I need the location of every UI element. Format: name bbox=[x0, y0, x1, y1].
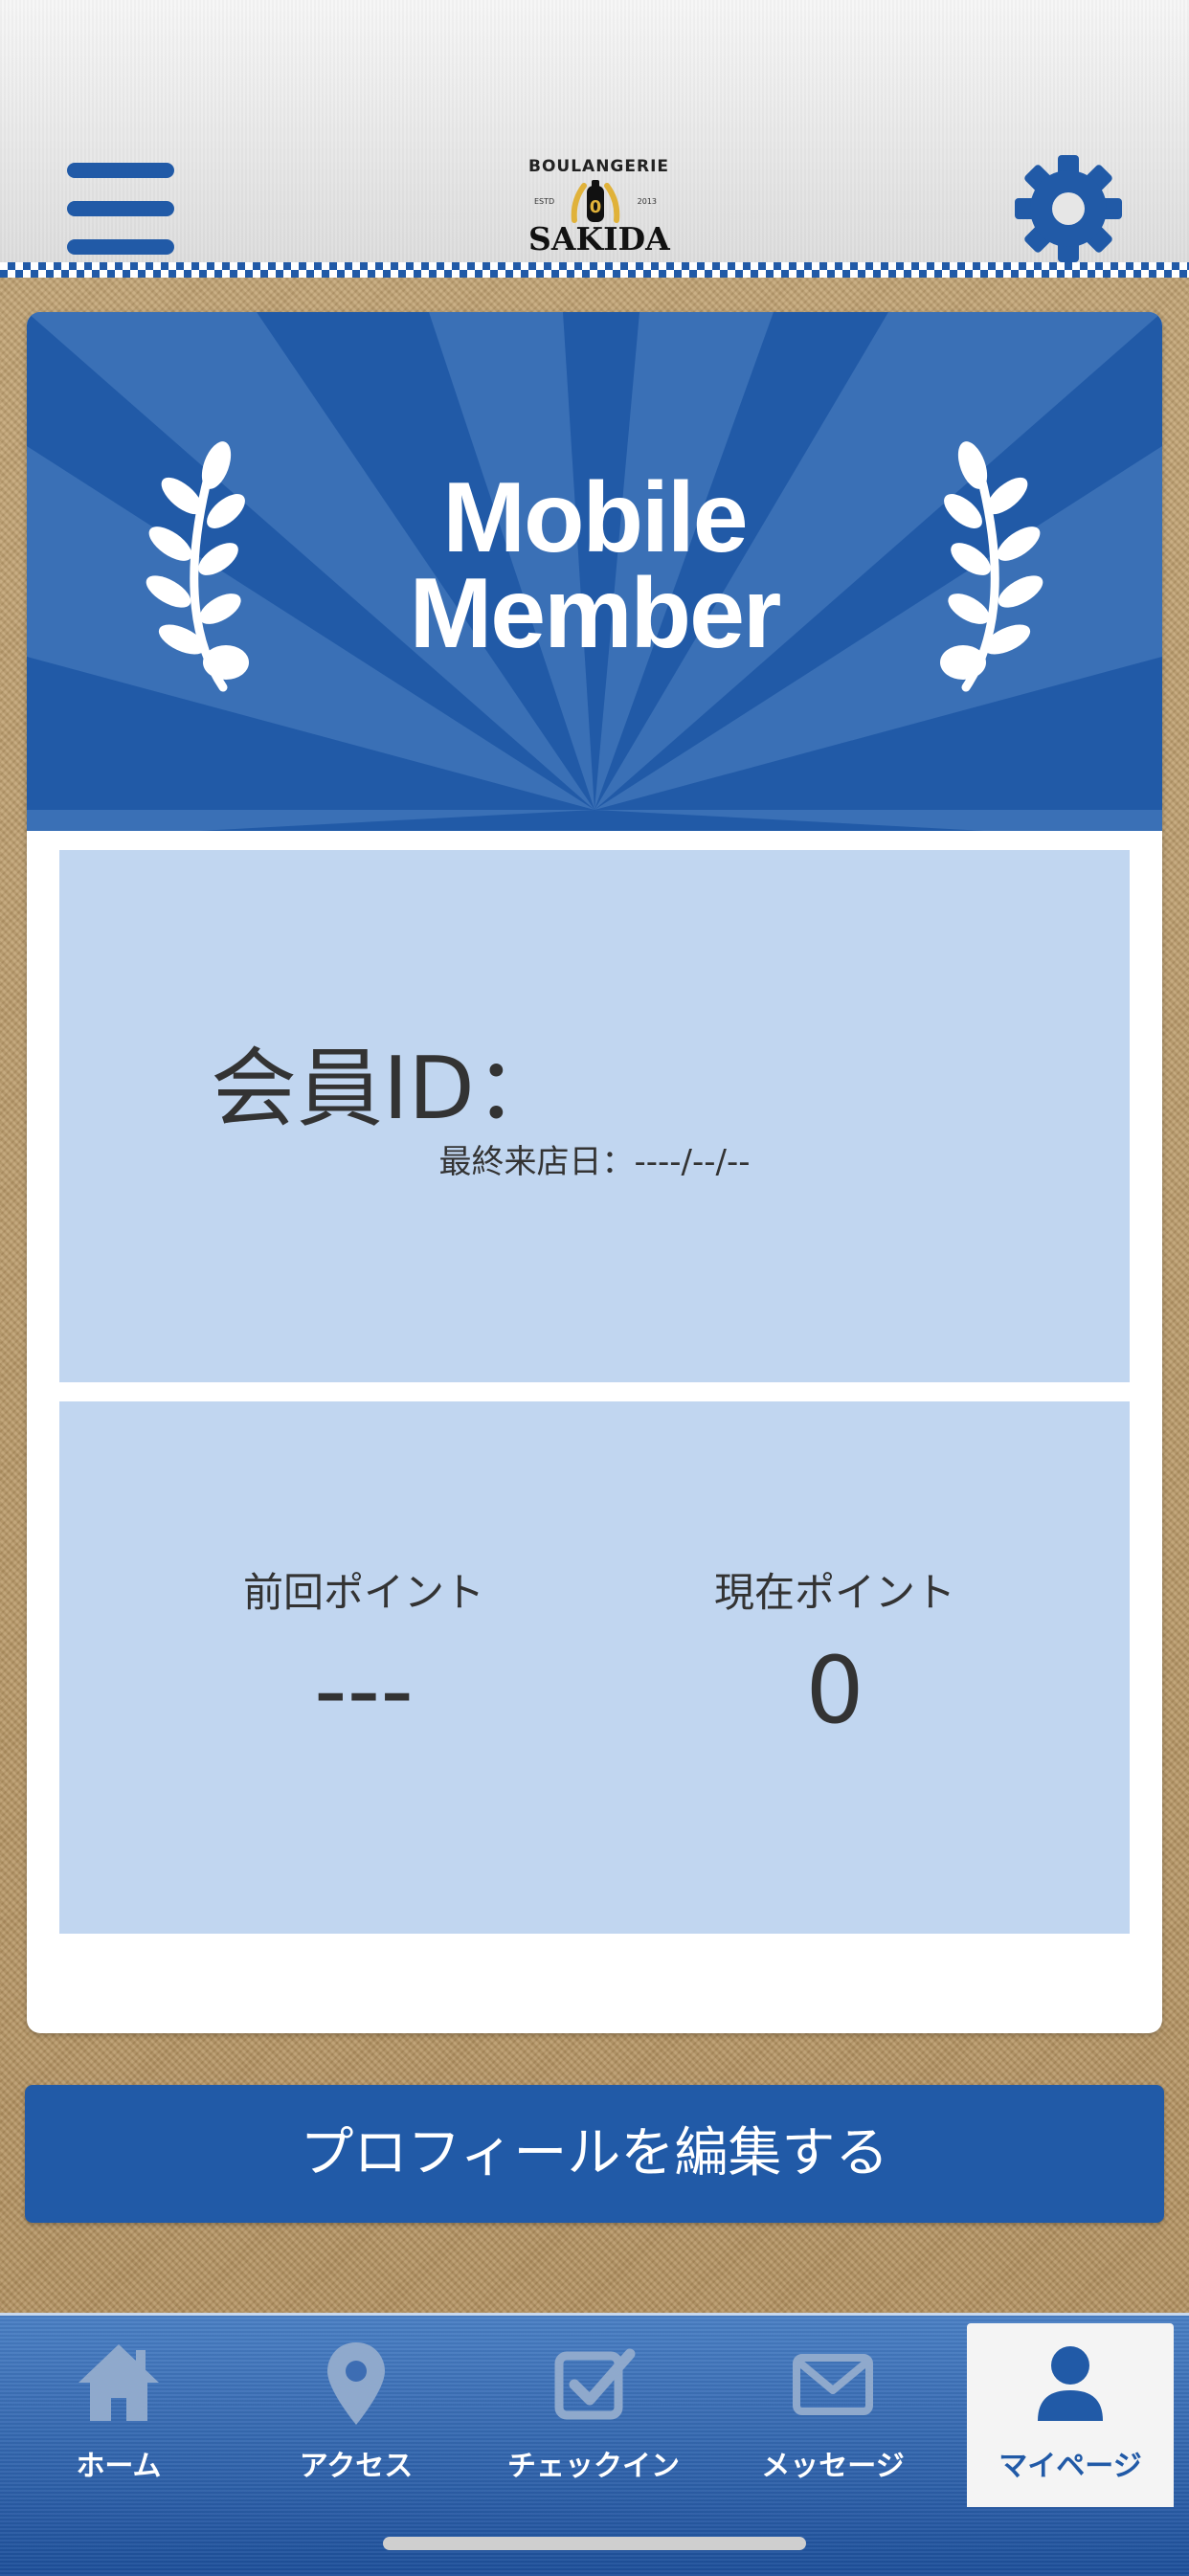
nav-item-access[interactable]: アクセス bbox=[253, 2323, 460, 2507]
last-visit-date: 最終来店日：----/--/-- bbox=[438, 1143, 751, 1181]
previous-points: 前回ポイント --- bbox=[153, 1564, 574, 1748]
app-header: BOULANGERIE ESTD 2013 0 SAKIDA bbox=[0, 0, 1189, 270]
member-id-label: 会員ID： bbox=[211, 1039, 561, 1139]
checkbox-icon bbox=[554, 2348, 636, 2420]
gear-icon[interactable] bbox=[1013, 153, 1124, 264]
current-points: 現在ポイント 0 bbox=[624, 1564, 1045, 1748]
banner-title-line1: Mobile bbox=[442, 462, 748, 573]
points-panel: 前回ポイント --- 現在ポイント 0 bbox=[59, 1401, 1130, 1934]
banner-title: Mobile Member bbox=[27, 462, 1162, 669]
member-banner: Mobile Member bbox=[27, 312, 1162, 831]
logo-top-text: BOULANGERIE bbox=[528, 157, 670, 176]
logo-estd: ESTD bbox=[534, 197, 555, 206]
nav-item-home[interactable]: ホーム bbox=[15, 2323, 222, 2507]
nav-label-message: メッセージ bbox=[761, 2450, 905, 2483]
svg-text:0: 0 bbox=[590, 197, 602, 217]
nav-item-mypage[interactable]: マイページ bbox=[967, 2323, 1174, 2507]
person-icon bbox=[1038, 2346, 1103, 2421]
nav-label-mypage: マイページ bbox=[998, 2450, 1142, 2483]
envelope-icon bbox=[793, 2354, 873, 2415]
checkered-divider bbox=[0, 262, 1189, 278]
nav-item-checkin[interactable]: チェックイン bbox=[490, 2323, 697, 2507]
sakida-logo: BOULANGERIE ESTD 2013 0 SAKIDA bbox=[528, 149, 670, 266]
home-indicator[interactable] bbox=[383, 2537, 806, 2550]
previous-points-label: 前回ポイント bbox=[242, 1569, 484, 1616]
current-points-value: 0 bbox=[805, 1637, 864, 1744]
logo-name: SAKIDA bbox=[528, 220, 670, 258]
nav-label-home: ホーム bbox=[76, 2450, 162, 2483]
nav-item-message[interactable]: メッセージ bbox=[729, 2323, 936, 2507]
member-card: Mobile Member 会員ID： 最終来店日：----/--/-- 前回ポ… bbox=[27, 312, 1162, 2033]
banner-title-line2: Member bbox=[409, 558, 782, 669]
nav-label-access: アクセス bbox=[299, 2450, 414, 2483]
current-points-label: 現在ポイント bbox=[713, 1569, 955, 1616]
home-icon bbox=[79, 2344, 159, 2421]
hamburger-menu-icon[interactable] bbox=[67, 163, 174, 255]
member-id-panel: 会員ID： 最終来店日：----/--/-- bbox=[59, 850, 1130, 1382]
wheat-bottle-icon: 0 bbox=[571, 180, 620, 223]
edit-profile-button[interactable]: プロフィールを編集する bbox=[25, 2085, 1164, 2223]
nav-label-checkin: チェックイン bbox=[507, 2450, 680, 2483]
logo-year: 2013 bbox=[637, 197, 657, 206]
map-pin-icon bbox=[327, 2342, 385, 2425]
previous-points-value: --- bbox=[314, 1637, 414, 1744]
